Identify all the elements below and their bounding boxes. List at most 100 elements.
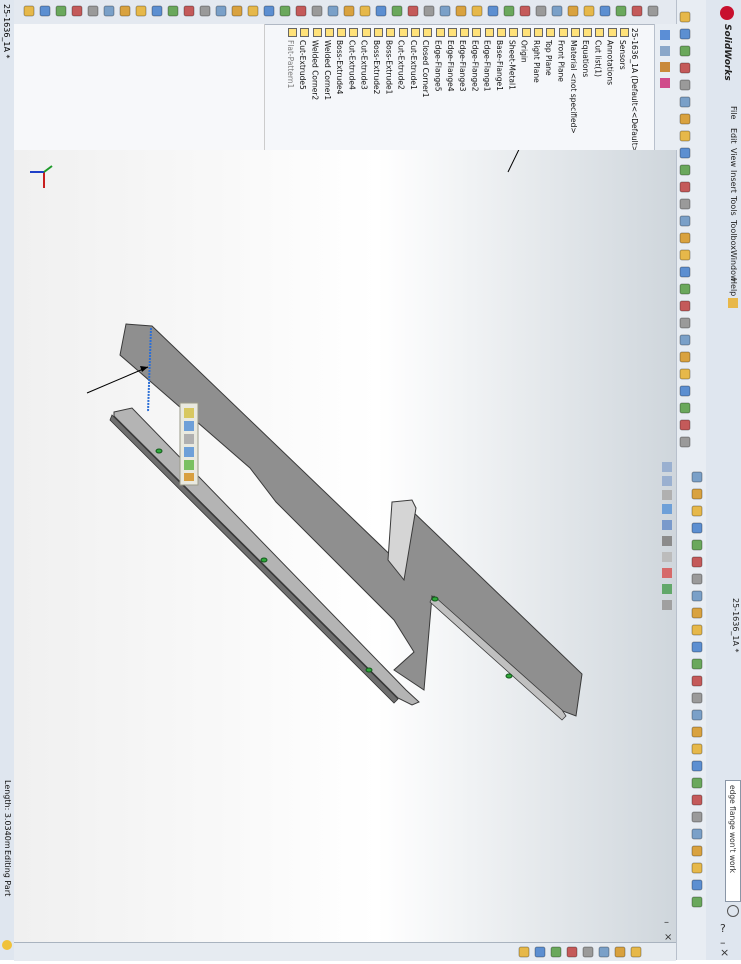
toolbar-icon[interactable] — [375, 5, 387, 17]
close-icon[interactable]: × — [720, 946, 729, 959]
toolbar-icon[interactable] — [119, 5, 131, 17]
context-icon-1[interactable] — [184, 408, 194, 418]
previous-view-icon[interactable] — [662, 490, 672, 500]
tree-item[interactable]: Boss-Extrude1 — [384, 40, 393, 94]
toolbar-icon[interactable] — [679, 215, 691, 227]
toolbar-icon[interactable] — [39, 5, 51, 17]
toolbar-icon[interactable] — [691, 624, 703, 636]
toolbar-icon[interactable] — [615, 5, 627, 17]
toolbar-icon[interactable] — [679, 266, 691, 278]
tree-item[interactable]: Edge-Flange4 — [446, 40, 455, 91]
toolbar-icon[interactable] — [679, 249, 691, 261]
toolbar-icon[interactable] — [71, 5, 83, 17]
solidworks-logo-icon[interactable]: SolidWorks — [720, 6, 736, 90]
toolbar-icon[interactable] — [691, 675, 703, 687]
graphics-area[interactable]: – × — [14, 150, 676, 945]
toolbar-icon[interactable] — [566, 946, 578, 958]
toolbar-icon[interactable] — [691, 488, 703, 500]
toolbar-icon[interactable] — [679, 164, 691, 176]
hole-3[interactable] — [365, 667, 373, 673]
toolbar-icon[interactable] — [135, 5, 147, 17]
toolbar-icon[interactable] — [679, 96, 691, 108]
tree-item[interactable]: Edge-Flange2 — [470, 40, 479, 91]
pin-icon[interactable] — [728, 298, 738, 308]
toolbar-icon[interactable] — [614, 946, 626, 958]
toolbar-icon[interactable] — [311, 5, 323, 17]
tree-item[interactable]: Cut list(1) — [593, 40, 602, 77]
toolbar-icon[interactable] — [327, 5, 339, 17]
toolbar-icon[interactable] — [679, 402, 691, 414]
tree-item[interactable]: Cut-Extrude4 — [347, 40, 356, 90]
toolbar-icon[interactable] — [534, 946, 546, 958]
configurationmanager-tab-icon[interactable] — [660, 62, 670, 72]
toolbar-icon[interactable] — [550, 946, 562, 958]
toolbar-icon[interactable] — [183, 5, 195, 17]
tree-item[interactable]: Boss-Extrude4 — [335, 40, 344, 94]
toolbar-icon[interactable] — [279, 5, 291, 17]
toolbar-icon[interactable] — [691, 709, 703, 721]
tree-item[interactable]: Cut-Extrude1 — [409, 40, 418, 90]
toolbar-icon[interactable] — [691, 743, 703, 755]
toolbar-icon[interactable] — [407, 5, 419, 17]
hide-show-items-icon[interactable] — [662, 552, 672, 562]
hole-5[interactable] — [505, 673, 513, 679]
menu-toolbox[interactable]: Toolbox — [728, 220, 739, 250]
toolbar-icon[interactable] — [691, 607, 703, 619]
toolbar-icon[interactable] — [691, 879, 703, 891]
toolbar-icon[interactable] — [679, 334, 691, 346]
search-input[interactable]: edge flange won't work — [725, 780, 741, 902]
menu-view[interactable]: View — [728, 148, 739, 167]
tree-item[interactable]: Welded Corner2 — [311, 40, 320, 100]
menu-tools[interactable]: Tools — [728, 196, 739, 216]
tree-item[interactable]: Annotations — [606, 40, 615, 85]
display-style-icon[interactable] — [662, 536, 672, 546]
toolbar-icon[interactable] — [151, 5, 163, 17]
toolbar-icon[interactable] — [679, 147, 691, 159]
toolbar-icon[interactable] — [679, 419, 691, 431]
toolbar-icon[interactable] — [295, 5, 307, 17]
menu-edit[interactable]: Edit — [728, 128, 739, 144]
toolbar-icon[interactable] — [567, 5, 579, 17]
toolbar-icon[interactable] — [199, 5, 211, 17]
tree-root[interactable]: 25-1636_1A (Default<<Default>_D — [630, 28, 639, 161]
toolbar-icon[interactable] — [471, 5, 483, 17]
toolbar-icon[interactable] — [551, 5, 563, 17]
tree-item[interactable]: Front Plane — [557, 40, 566, 82]
toolbar-icon[interactable] — [487, 5, 499, 17]
tree-item[interactable]: Edge-Flange1 — [483, 40, 492, 91]
featuremanager-tab-icon[interactable] — [660, 30, 670, 40]
menu-help[interactable]: Help — [728, 278, 739, 296]
toolbar-icon[interactable] — [519, 5, 531, 17]
hole-1[interactable] — [155, 448, 163, 454]
toolbar-icon[interactable] — [691, 556, 703, 568]
toolbar-icon[interactable] — [503, 5, 515, 17]
tree-item[interactable]: Closed Corner1 — [421, 40, 430, 98]
tree-item[interactable]: Edge-Flange5 — [434, 40, 443, 91]
toolbar-icon[interactable] — [679, 300, 691, 312]
search-icon[interactable] — [727, 905, 739, 917]
tree-item[interactable]: Base-Flange1 — [495, 40, 504, 91]
toolbar-icon[interactable] — [691, 471, 703, 483]
toolbar-icon[interactable] — [247, 5, 259, 17]
section-view-icon[interactable] — [662, 504, 672, 514]
tree-item[interactable]: Origin — [520, 40, 529, 63]
tree-item[interactable]: Right Plane — [532, 40, 541, 83]
sheet-metal-part[interactable] — [109, 323, 583, 721]
toolbar-icon[interactable] — [679, 232, 691, 244]
toolbar-icon[interactable] — [167, 5, 179, 17]
toolbar-icon[interactable] — [679, 368, 691, 380]
tree-item[interactable]: Cut-Extrude3 — [360, 40, 369, 90]
toolbar-icon[interactable] — [598, 946, 610, 958]
toolbar-icon[interactable] — [599, 5, 611, 17]
toolbar-icon[interactable] — [691, 641, 703, 653]
toolbar-icon[interactable] — [582, 946, 594, 958]
menu-window[interactable]: Window — [728, 250, 739, 282]
toolbar-icon[interactable] — [679, 436, 691, 448]
tree-item[interactable]: Cut-Extrude5 — [298, 40, 307, 90]
toolbar-icon[interactable] — [679, 113, 691, 125]
toolbar-icon[interactable] — [691, 896, 703, 908]
propertymanager-tab-icon[interactable] — [660, 46, 670, 56]
tree-item[interactable]: Equations — [581, 40, 590, 77]
toolbar-icon[interactable] — [679, 351, 691, 363]
appearance-tab-icon[interactable] — [660, 78, 670, 88]
